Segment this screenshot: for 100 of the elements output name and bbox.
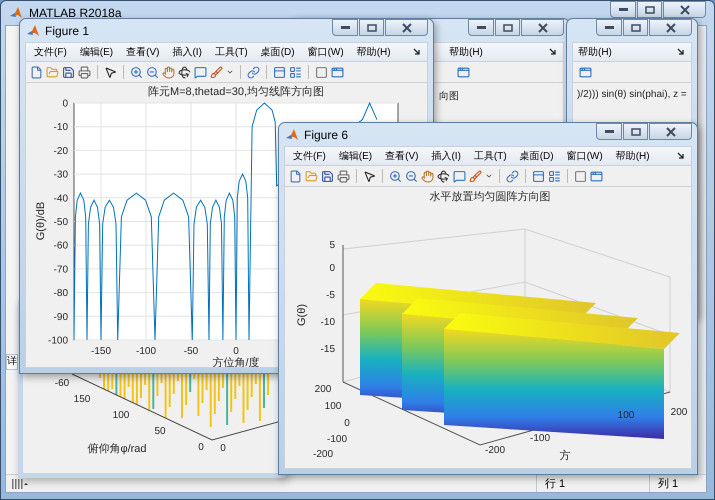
maximize-button[interactable] (359, 19, 384, 36)
zoom-in-icon[interactable] (389, 170, 402, 182)
menu-item[interactable]: 插入(I) (431, 149, 461, 163)
close-button[interactable] (385, 19, 428, 36)
tick-label: 150 (74, 394, 90, 405)
maximize-button[interactable] (637, 1, 662, 18)
close-icon (538, 22, 548, 32)
brush-icon[interactable] (210, 66, 223, 78)
menu-item[interactable]: 文件(F) (34, 45, 67, 59)
save-icon[interactable] (62, 66, 75, 78)
dropdown-caret-icon[interactable] (226, 68, 234, 76)
y-tick-label: -200 (313, 449, 333, 460)
x-axis-label: 方 (560, 450, 570, 462)
close-button[interactable] (649, 123, 692, 140)
menu-item[interactable]: 编辑(E) (80, 45, 114, 59)
new-file-icon[interactable] (30, 66, 43, 78)
dock-arrow-icon[interactable] (413, 48, 421, 56)
menu-item[interactable]: 编辑(E) (338, 149, 372, 163)
panel-tab[interactable]: 详 (6, 354, 18, 370)
maximize-icon (630, 128, 640, 136)
data-tip-icon[interactable] (194, 66, 207, 78)
plot-title: 向图 (439, 90, 459, 103)
tick-label: -60 (54, 378, 70, 389)
new-file-icon[interactable] (289, 170, 302, 182)
zoom-in-icon[interactable] (130, 66, 143, 78)
menu-item[interactable]: 工具(T) (474, 149, 507, 163)
close-button[interactable] (663, 1, 706, 18)
window-title: Figure 1 (45, 24, 90, 38)
close-button[interactable] (649, 19, 692, 36)
minimize-button[interactable] (596, 123, 622, 140)
window-icon[interactable] (457, 66, 470, 78)
zoom-out-icon[interactable] (405, 170, 418, 182)
dock-arrow-icon[interactable] (677, 152, 685, 160)
print-icon[interactable] (337, 170, 350, 182)
x-tick-label: -50 (184, 346, 198, 357)
legend-icon[interactable] (548, 170, 561, 182)
menu-item[interactable]: 插入(I) (172, 45, 202, 59)
dock-arrow-icon[interactable] (549, 48, 557, 56)
menu-item[interactable]: 帮助(H) (449, 45, 483, 59)
link-icon[interactable] (506, 170, 519, 182)
minimize-button[interactable] (468, 19, 494, 36)
pointer-icon[interactable] (104, 66, 117, 78)
y-tick-label: -70 (54, 264, 68, 276)
maximize-button[interactable] (623, 19, 648, 36)
chart-title: 水平放置均匀圆阵方向图 (430, 191, 550, 203)
menu-item[interactable]: 桌面(D) (520, 149, 554, 163)
menu-item[interactable]: 桌面(D) (260, 45, 295, 59)
maximize-button[interactable] (495, 19, 520, 36)
colorbar-icon[interactable] (532, 170, 545, 182)
z-tick-label: 0 (329, 263, 335, 274)
maximize-button[interactable] (623, 123, 648, 140)
menu-item[interactable]: 帮助(H) (616, 149, 650, 163)
close-button[interactable] (521, 19, 564, 36)
menu-item[interactable]: 窗口(W) (308, 45, 344, 59)
y-tick-label: -10 (54, 122, 68, 134)
zoom-out-icon[interactable] (146, 66, 159, 78)
z-tick-label: -5 (326, 290, 335, 301)
window-icon[interactable] (590, 170, 603, 182)
y-tick-label: -50 (54, 217, 68, 228)
chart-title: 阵元M=8,thetad=30,均匀线阵方向图 (148, 86, 324, 98)
menu-item[interactable]: 查看(V) (126, 45, 160, 59)
menu-item[interactable]: 帮助(H) (356, 45, 391, 59)
minimize-button[interactable] (610, 1, 636, 18)
link-icon[interactable] (247, 66, 260, 78)
grip-icon[interactable] (12, 478, 28, 488)
z-axis-label: G(θ) (296, 304, 308, 326)
save-icon[interactable] (321, 170, 334, 182)
tick-label: 100 (112, 410, 130, 421)
menu-item[interactable]: 查看(V) (385, 149, 418, 163)
dropdown-caret-icon[interactable] (485, 172, 493, 180)
matlab-logo-icon (9, 6, 23, 20)
square-icon[interactable] (315, 66, 328, 78)
brush-icon[interactable] (469, 170, 482, 182)
menu-item[interactable]: 文件(F) (293, 149, 326, 163)
y-tick-label: -90 (54, 312, 68, 323)
window-title: Figure 6 (304, 128, 348, 142)
rotate-icon[interactable] (178, 66, 191, 78)
window-icon[interactable] (579, 66, 592, 78)
menu-item[interactable]: 窗口(W) (566, 149, 603, 163)
dock-arrow-icon[interactable] (677, 48, 685, 56)
minimize-icon (618, 8, 628, 11)
print-icon[interactable] (78, 66, 91, 78)
y-tick-label: 0 (344, 418, 350, 429)
minimize-icon (340, 26, 350, 29)
x-tick-label: -150 (91, 346, 111, 357)
pointer-icon[interactable] (363, 170, 376, 182)
rotate-icon[interactable] (437, 170, 450, 182)
minimize-button[interactable] (596, 19, 622, 36)
square-icon[interactable] (574, 170, 587, 182)
matlab-logo-icon (26, 24, 40, 38)
minimize-icon (604, 130, 614, 133)
menu-item[interactable]: 工具(T) (214, 45, 248, 59)
minimize-icon (604, 26, 614, 29)
window-icon[interactable] (331, 66, 344, 78)
data-tip-icon[interactable] (453, 170, 466, 182)
colorbar-icon[interactable] (273, 66, 286, 78)
x-tick-label: -100 (530, 433, 550, 444)
y-tick-label: 100 (324, 401, 342, 412)
minimize-button[interactable] (332, 19, 358, 36)
legend-icon[interactable] (289, 66, 302, 78)
